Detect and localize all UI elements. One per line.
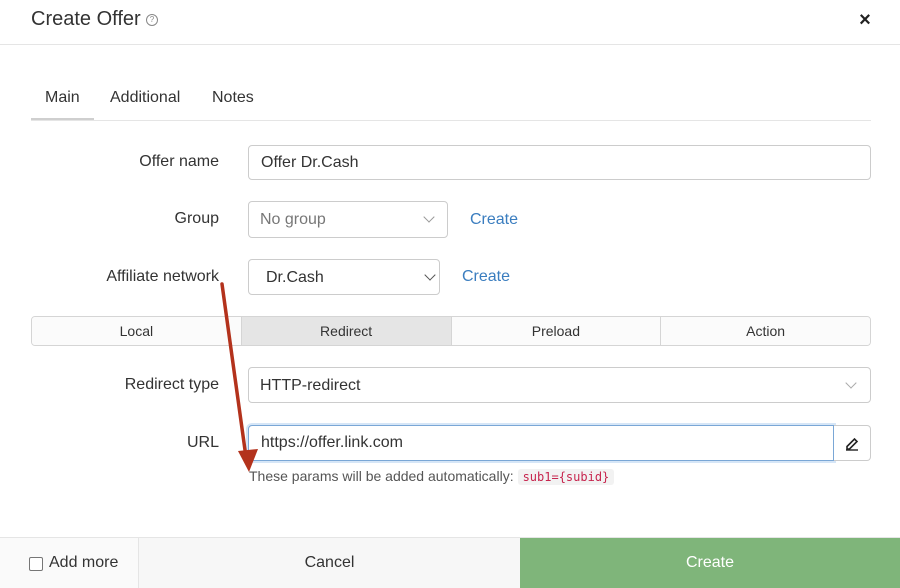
group-select[interactable]: No group: [248, 201, 448, 238]
annotation-arrow-shaft: [220, 282, 247, 452]
chevron-down-icon: [845, 377, 857, 389]
chevron-down-icon: [423, 211, 435, 223]
group-label: Group: [174, 210, 219, 227]
affiliate-network-label: Affiliate network: [106, 268, 219, 285]
create-affiliate-network-link[interactable]: Create: [462, 268, 510, 286]
url-params-hint-text: These params will be added automatically…: [249, 468, 514, 484]
url-label: URL: [186, 434, 219, 451]
offer-type-segmented-control: Local Redirect Preload Action: [31, 316, 871, 346]
redirect-type-label: Redirect type: [124, 376, 219, 393]
create-group-link[interactable]: Create: [470, 211, 518, 229]
add-more-label[interactable]: Add more: [49, 554, 118, 572]
modal-header: Create Offer ? ×: [0, 0, 900, 45]
tab-notes[interactable]: Notes: [212, 89, 254, 107]
modal-footer: Add more Cancel Create: [0, 537, 900, 588]
tab-additional[interactable]: Additional: [110, 89, 180, 107]
group-select-value: No group: [260, 211, 326, 228]
type-preload-button[interactable]: Preload: [451, 317, 662, 345]
type-redirect-button[interactable]: Redirect: [241, 317, 452, 345]
pencil-icon: [846, 437, 859, 451]
cancel-button[interactable]: Cancel: [139, 538, 520, 588]
tab-bar: Main Additional Notes: [31, 76, 871, 121]
type-action-button[interactable]: Action: [661, 317, 870, 345]
offer-name-label: Offer name: [139, 153, 219, 170]
help-icon[interactable]: ?: [146, 14, 158, 26]
url-params-code: sub1={subid}: [517, 469, 615, 485]
add-more-checkbox[interactable]: [29, 557, 43, 571]
modal-title: Create Offer: [31, 8, 141, 30]
offer-name-input[interactable]: [248, 145, 871, 180]
redirect-type-select[interactable]: HTTP-redirect: [248, 367, 871, 403]
tab-main[interactable]: Main: [45, 89, 80, 107]
redirect-type-select-value: HTTP-redirect: [260, 377, 361, 394]
chevron-down-icon: [424, 269, 436, 281]
affiliate-network-select-value: Dr.Cash: [266, 269, 324, 286]
url-input[interactable]: [248, 425, 834, 461]
add-more-area[interactable]: Add more: [0, 538, 139, 588]
affiliate-network-select[interactable]: Dr.Cash: [248, 259, 440, 295]
create-button[interactable]: Create: [520, 538, 900, 588]
edit-url-button[interactable]: [834, 425, 871, 461]
url-params-hint: These params will be added automatically…: [249, 468, 615, 485]
close-icon[interactable]: ×: [855, 9, 875, 31]
create-offer-modal: Create Offer ? × Main Additional Notes O…: [0, 0, 900, 588]
active-tab-underline: [31, 118, 94, 120]
type-local-button[interactable]: Local: [32, 317, 242, 345]
